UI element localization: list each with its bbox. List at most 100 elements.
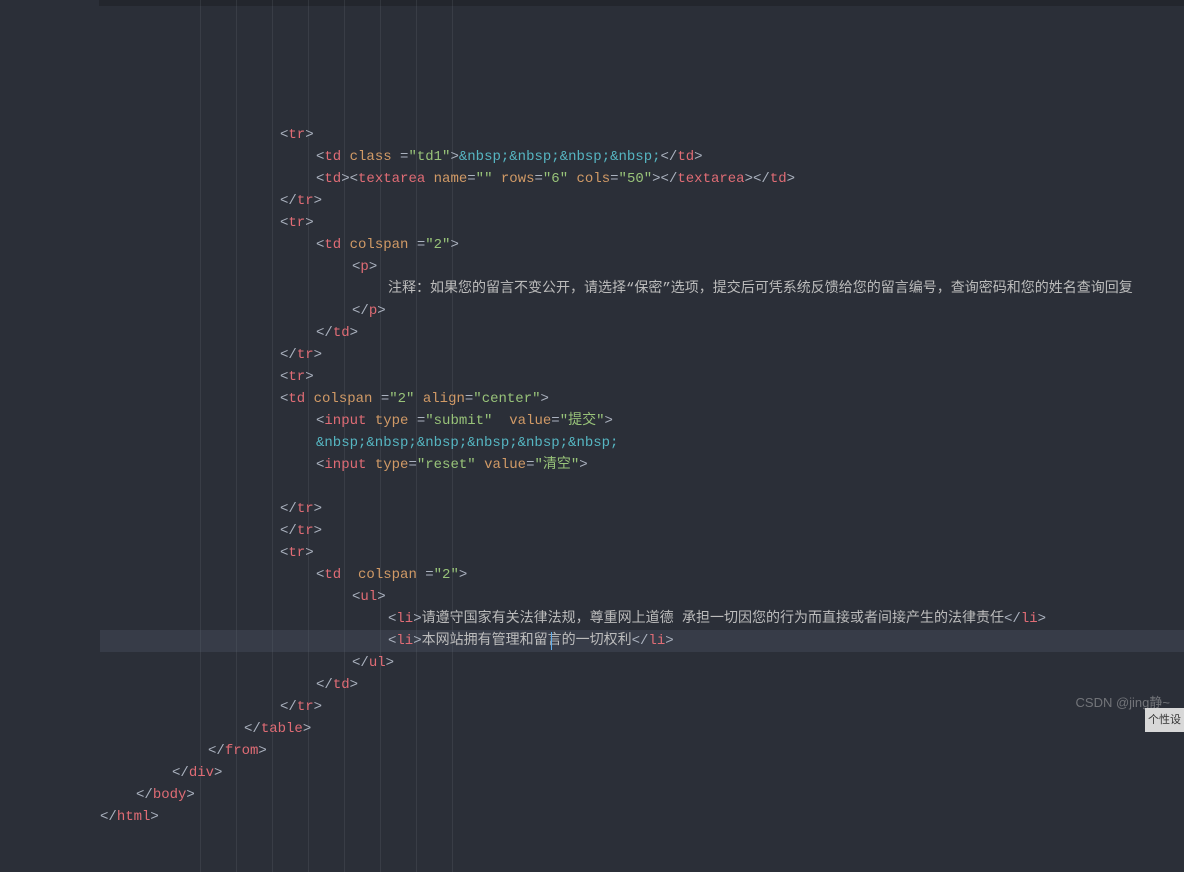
token-tag: tr xyxy=(288,369,305,385)
token-tag: p xyxy=(360,259,368,275)
code-line[interactable]: <td colspan ="2"> xyxy=(100,234,1184,256)
token-str: "" xyxy=(476,171,493,187)
token-tag: input xyxy=(324,457,366,473)
token-punc: = xyxy=(408,237,425,253)
code-line[interactable]: <li>本网站拥有管理和留言的一切权利</li> xyxy=(100,630,1184,652)
token-tag: tr xyxy=(288,215,305,231)
token-attr: type xyxy=(375,413,409,429)
token-punc: > xyxy=(305,127,313,143)
code-line[interactable]: </tr> xyxy=(100,498,1184,520)
token-punc: ></ xyxy=(652,171,677,187)
token-str: "td1" xyxy=(408,149,450,165)
text-cursor xyxy=(551,632,552,650)
token-tag: tr xyxy=(297,699,314,715)
code-line[interactable]: <input type ="submit" value="提交"> xyxy=(100,410,1184,432)
token-punc: ></ xyxy=(745,171,770,187)
code-line[interactable]: </from> xyxy=(100,740,1184,762)
code-line[interactable]: </ul> xyxy=(100,652,1184,674)
token-tag: textarea xyxy=(358,171,425,187)
gutter-background xyxy=(0,0,100,732)
code-line[interactable]: <ul> xyxy=(100,586,1184,608)
token-attr: colspan xyxy=(314,391,373,407)
code-line[interactable]: <td colspan ="2" align="center"> xyxy=(100,388,1184,410)
token-punc: > xyxy=(459,567,467,583)
code-line[interactable]: <tr> xyxy=(100,212,1184,234)
token-entity: &nbsp;&nbsp;&nbsp;&nbsp; xyxy=(459,149,661,165)
token-entity: &nbsp;&nbsp;&nbsp;&nbsp;&nbsp;&nbsp; xyxy=(316,435,618,451)
token-punc: </ xyxy=(316,677,333,693)
code-line[interactable]: <tr> xyxy=(100,124,1184,146)
code-line[interactable]: <li>请遵守国家有关法律法规，尊重网上道德 承担一切因您的行为而直接或者间接产… xyxy=(100,608,1184,630)
token-punc xyxy=(425,171,433,187)
code-line[interactable]: <input type="reset" value="清空"> xyxy=(100,454,1184,476)
code-line[interactable]: </tr> xyxy=(100,190,1184,212)
token-punc: > xyxy=(350,325,358,341)
code-line[interactable]: </html> xyxy=(100,806,1184,828)
token-attr: rows xyxy=(501,171,535,187)
token-punc: > xyxy=(369,259,377,275)
code-line[interactable]: </table> xyxy=(100,718,1184,740)
token-attr: align xyxy=(423,391,465,407)
code-line[interactable]: <td><textarea name="" rows="6" cols="50"… xyxy=(100,168,1184,190)
code-editor[interactable]: <tr><td class ="td1">&nbsp;&nbsp;&nbsp;&… xyxy=(0,0,1184,872)
token-attr: value xyxy=(509,413,551,429)
token-tag: td xyxy=(770,171,787,187)
code-line[interactable]: </tr> xyxy=(100,344,1184,366)
code-line[interactable]: </div> xyxy=(100,762,1184,784)
code-line[interactable]: </tr> xyxy=(100,696,1184,718)
code-line[interactable]: <td class ="td1">&nbsp;&nbsp;&nbsp;&nbsp… xyxy=(100,146,1184,168)
token-punc: = xyxy=(392,149,409,165)
code-line[interactable]: </tr> xyxy=(100,520,1184,542)
token-str: "submit" xyxy=(425,413,492,429)
token-punc: > xyxy=(314,193,322,209)
token-tag: table xyxy=(261,721,303,737)
token-attr: value xyxy=(484,457,526,473)
code-line[interactable]: </p> xyxy=(100,300,1184,322)
token-punc: > xyxy=(386,655,394,671)
code-line[interactable]: </td> xyxy=(100,674,1184,696)
code-area[interactable]: <tr><td class ="td1">&nbsp;&nbsp;&nbsp;&… xyxy=(100,0,1184,872)
token-tag: li xyxy=(1021,611,1038,627)
token-tag: li xyxy=(396,633,413,649)
token-punc: > xyxy=(314,501,322,517)
token-punc: > xyxy=(579,457,587,473)
token-punc: > xyxy=(450,149,458,165)
token-punc: > xyxy=(314,699,322,715)
token-punc: = xyxy=(408,457,416,473)
token-punc: > xyxy=(305,215,313,231)
token-tag: p xyxy=(369,303,377,319)
token-tag: td xyxy=(324,149,341,165)
token-punc: > xyxy=(450,237,458,253)
code-line[interactable]: <tr> xyxy=(100,366,1184,388)
code-line[interactable]: <tr> xyxy=(100,542,1184,564)
code-line[interactable]: <td colspan ="2"> xyxy=(100,564,1184,586)
token-tag: td xyxy=(288,391,305,407)
code-line[interactable]: </td> xyxy=(100,322,1184,344)
token-punc: > xyxy=(377,589,385,605)
token-punc: </ xyxy=(280,523,297,539)
token-punc xyxy=(366,413,374,429)
token-str: "reset" xyxy=(417,457,476,473)
token-punc: = xyxy=(535,171,543,187)
token-punc: </ xyxy=(632,633,649,649)
token-punc xyxy=(476,457,484,473)
token-tag: input xyxy=(324,413,366,429)
token-attr: colspan xyxy=(350,237,409,253)
code-line[interactable]: 注释：如果您的留言不变公开，请选择“保密”选项，提交后可凭系统反馈给您的留言编号… xyxy=(100,278,1184,300)
token-punc: </ xyxy=(172,765,189,781)
code-line[interactable] xyxy=(100,476,1184,498)
token-attr: class xyxy=(350,149,392,165)
token-attr: name xyxy=(434,171,468,187)
token-str: "2" xyxy=(425,237,450,253)
token-punc: > xyxy=(605,413,613,429)
code-line[interactable]: &nbsp;&nbsp;&nbsp;&nbsp;&nbsp;&nbsp; xyxy=(100,432,1184,454)
token-punc xyxy=(341,567,358,583)
token-tag: td xyxy=(677,149,694,165)
corner-label[interactable]: 个性设 xyxy=(1145,708,1184,732)
code-line[interactable]: </body> xyxy=(100,784,1184,806)
token-punc: > xyxy=(305,545,313,561)
token-text: 请遵守国家有关法律法规，尊重网上道德 承担一切因您的行为而直接或者间接产生的法律… xyxy=(422,611,1004,627)
token-punc: = xyxy=(417,567,434,583)
token-punc: </ xyxy=(661,149,678,165)
code-line[interactable]: <p> xyxy=(100,256,1184,278)
